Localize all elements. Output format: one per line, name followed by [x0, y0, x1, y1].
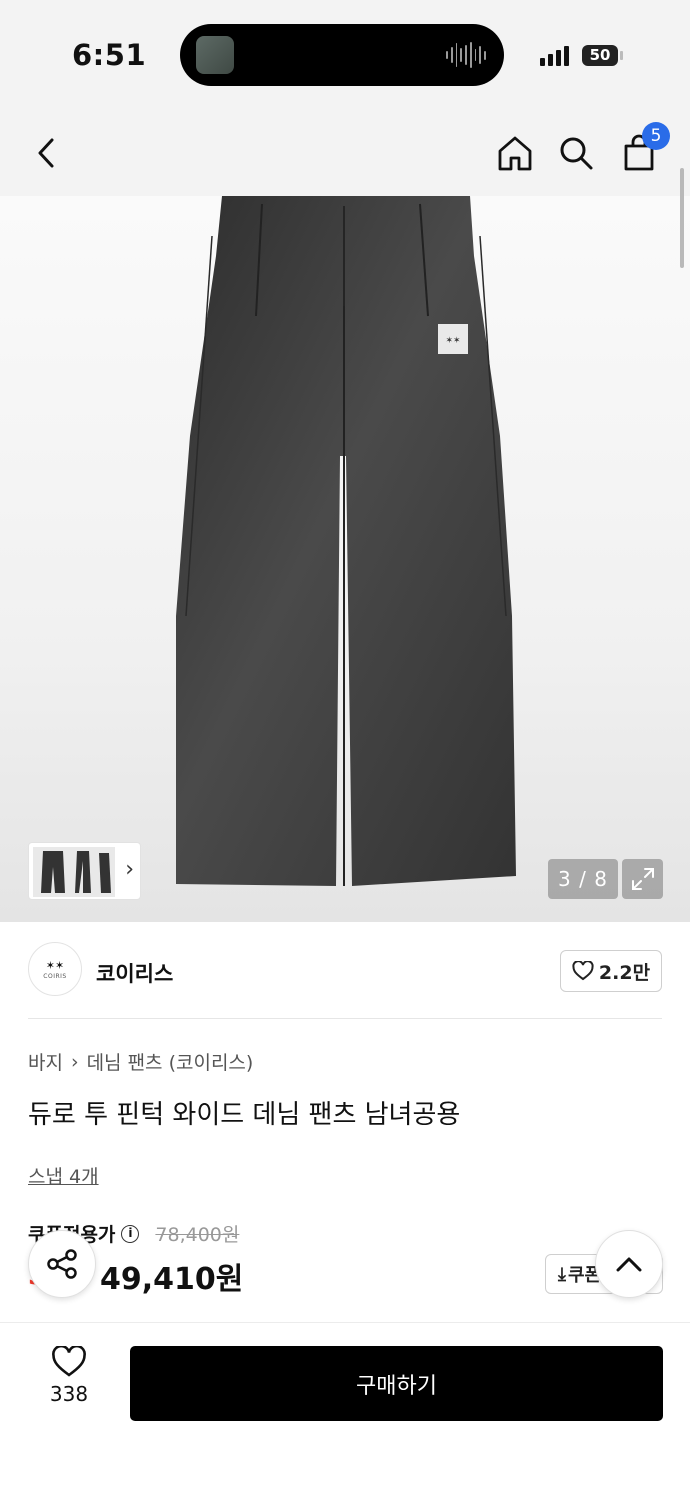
- battery-icon: 50: [582, 45, 618, 66]
- snap-link[interactable]: 스냅 4개: [28, 1162, 99, 1189]
- brand-logo-mark: ✶✶: [46, 959, 64, 972]
- brand-like-count: 2.2만: [598, 961, 651, 984]
- download-icon: ⤓: [558, 1263, 566, 1285]
- thumbnail-strip[interactable]: ›: [28, 842, 141, 900]
- home-icon: [498, 136, 532, 171]
- buy-button[interactable]: 구매하기: [130, 1346, 663, 1421]
- now-playing-artwork: [196, 36, 234, 74]
- product-like-button[interactable]: 338: [30, 1346, 108, 1418]
- brand-row[interactable]: ✶✶ COIRIS 코이리스 2.2만: [0, 922, 690, 1020]
- chevron-up-icon: [616, 1257, 642, 1272]
- heart-icon: [52, 1346, 86, 1377]
- back-icon: [38, 138, 54, 168]
- divider: [28, 1018, 662, 1019]
- brand-logo-text: COIRIS: [43, 973, 67, 980]
- chevron-right-icon: ›: [125, 857, 134, 882]
- dynamic-island[interactable]: [180, 24, 504, 86]
- product-photo: ✶✶: [176, 196, 516, 886]
- home-button[interactable]: [490, 128, 540, 178]
- search-icon: [560, 137, 593, 170]
- status-bar: 6:51 50: [0, 0, 690, 110]
- image-page-indicator: 3 / 8: [548, 859, 618, 899]
- brand-logo[interactable]: ✶✶ COIRIS: [28, 942, 82, 996]
- share-button[interactable]: [28, 1230, 96, 1298]
- brand-name[interactable]: 코이리스: [96, 958, 173, 988]
- cellular-signal-icon: [540, 44, 569, 66]
- audio-waveform-icon: [446, 42, 487, 68]
- search-button[interactable]: [551, 128, 601, 178]
- final-price: 49,410원: [100, 1262, 244, 1297]
- product-like-count: 338: [49, 1382, 89, 1406]
- product-image-gallery[interactable]: ✶✶: [0, 196, 690, 922]
- svg-text:✶✶: ✶✶: [445, 336, 460, 346]
- battery-cap: [620, 51, 623, 60]
- product-title: 듀로 투 핀턱 와이드 데님 팬츠 남녀공용: [28, 1100, 461, 1130]
- heart-icon: [572, 961, 594, 981]
- brand-like-button[interactable]: 2.2만: [560, 950, 662, 992]
- breadcrumb-item[interactable]: 데님 팬츠 (코이리스): [87, 1048, 254, 1075]
- share-icon: [47, 1249, 77, 1279]
- breadcrumb-item[interactable]: 바지: [28, 1048, 63, 1075]
- status-time: 6:51: [72, 38, 147, 72]
- scroll-indicator[interactable]: [680, 168, 684, 268]
- info-icon[interactable]: i: [121, 1224, 140, 1243]
- top-navigation: 5: [0, 110, 690, 196]
- thumbnail-image: [33, 847, 115, 897]
- original-price: 78,400원: [155, 1224, 240, 1246]
- chevron-right-icon: ›: [70, 1050, 79, 1073]
- expand-button[interactable]: [622, 859, 663, 899]
- svg-text:✶✶: ✶✶: [46, 959, 64, 972]
- cart-button[interactable]: 5: [614, 122, 670, 178]
- cart-count-badge: 5: [642, 122, 670, 150]
- breadcrumb: 바지 › 데님 팬츠 (코이리스): [28, 1048, 253, 1075]
- back-button[interactable]: [22, 128, 72, 178]
- expand-icon: [631, 868, 654, 890]
- scroll-to-top-button[interactable]: [595, 1230, 663, 1298]
